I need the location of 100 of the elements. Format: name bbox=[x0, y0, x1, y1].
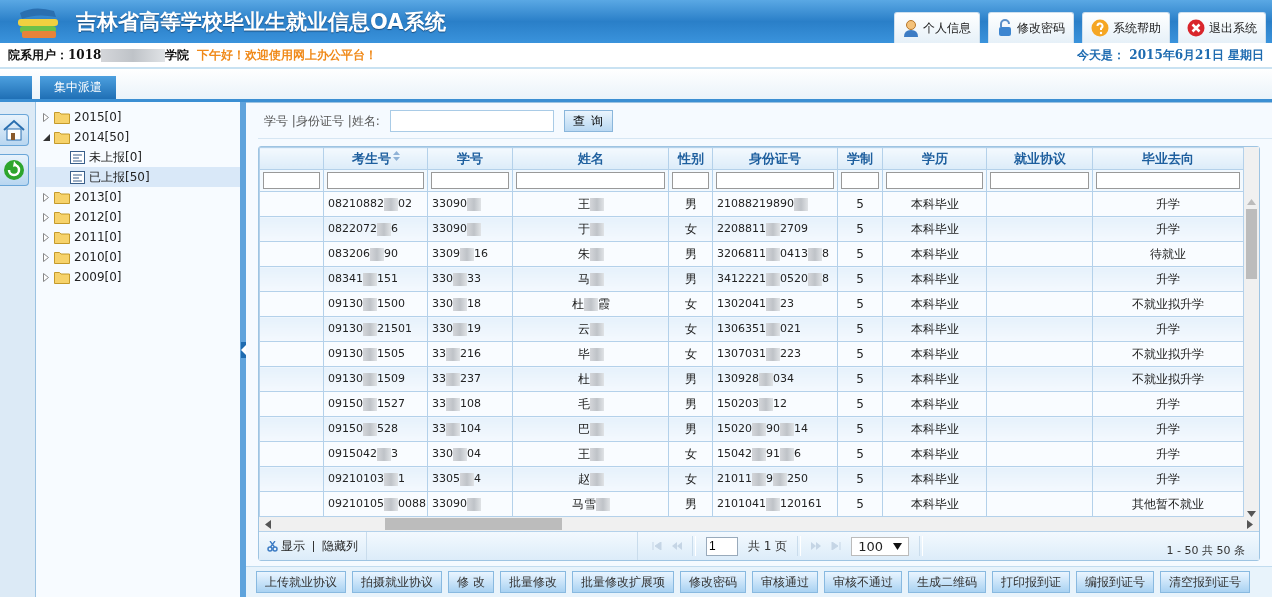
table-cell: 5 bbox=[856, 347, 864, 361]
splitter-handle[interactable] bbox=[240, 102, 246, 597]
table-cell: 08210882 02 bbox=[328, 197, 412, 211]
table-cell: 朱 bbox=[577, 246, 604, 261]
filter-field[interactable] bbox=[990, 172, 1089, 189]
expanded-arrow-icon[interactable] bbox=[42, 133, 50, 141]
scrollbar-thumb[interactable] bbox=[385, 518, 562, 530]
page-number-field[interactable]: 1 bbox=[706, 536, 738, 556]
action-button[interactable]: 修改密码 bbox=[679, 571, 746, 593]
table-cell: 1302041 23 bbox=[717, 297, 794, 311]
table-cell: 5 bbox=[856, 197, 864, 211]
search-field[interactable] bbox=[389, 110, 554, 132]
home-button[interactable] bbox=[0, 114, 29, 146]
table-cell: 杜 bbox=[577, 371, 604, 386]
tab-stub bbox=[0, 76, 32, 99]
table-cell: 升学 bbox=[1156, 421, 1180, 436]
refresh-button[interactable] bbox=[0, 154, 29, 186]
filter-field[interactable] bbox=[886, 172, 983, 189]
page-size-select[interactable]: 100 bbox=[851, 536, 910, 556]
search-button[interactable]: 查 询 bbox=[563, 110, 613, 132]
table-cell: 本科毕业 bbox=[910, 446, 959, 461]
table-cell: 于 bbox=[577, 221, 604, 236]
dropdown-arrow-icon[interactable] bbox=[893, 542, 903, 550]
user-name: 1018 学院 bbox=[68, 46, 190, 64]
hide-columns-link[interactable]: 隐藏列 bbox=[322, 537, 358, 555]
table-cell: 2208811 2709 bbox=[717, 222, 808, 236]
vertical-scrollbar[interactable] bbox=[1244, 147, 1259, 517]
tree-item[interactable]: 2010[0] bbox=[36, 247, 240, 267]
refresh-icon bbox=[2, 158, 26, 182]
filter-field[interactable] bbox=[841, 172, 879, 189]
scrollbar-thumb[interactable] bbox=[1246, 209, 1257, 279]
table-cell: 升学 bbox=[1156, 196, 1180, 211]
table-cell: 云 bbox=[577, 321, 604, 336]
table-cell: 33090 bbox=[432, 222, 481, 236]
table-cell: 33 108 bbox=[432, 397, 481, 411]
table-cell: 升学 bbox=[1156, 471, 1180, 486]
filter-field[interactable] bbox=[431, 172, 509, 189]
scroll-left-icon[interactable] bbox=[265, 519, 271, 529]
nav-button[interactable]: 个人信息 bbox=[894, 12, 980, 43]
tree-item[interactable]: 2014[50] bbox=[36, 127, 240, 147]
tree-item[interactable]: 2009[0] bbox=[36, 267, 240, 287]
user-label: 院系用户： bbox=[8, 46, 68, 64]
filter-field[interactable] bbox=[327, 172, 424, 189]
tree-item[interactable]: 2015[0] bbox=[36, 107, 240, 127]
table-cell: 男 bbox=[684, 271, 697, 286]
nav-button[interactable]: 系统帮助 bbox=[1082, 12, 1170, 43]
collapse-icon[interactable] bbox=[240, 341, 246, 358]
action-button[interactable]: 修 改 bbox=[448, 571, 494, 593]
action-button[interactable]: 拍摄就业协议 bbox=[352, 571, 442, 593]
table-cell: 女 bbox=[684, 346, 697, 361]
action-button[interactable]: 审核不通过 bbox=[823, 571, 902, 593]
filter-field[interactable] bbox=[516, 172, 665, 189]
table-cell: 女 bbox=[684, 471, 697, 486]
filter-field[interactable] bbox=[672, 172, 709, 189]
folder-icon bbox=[54, 230, 70, 244]
table-cell: 男 bbox=[684, 396, 697, 411]
tree-item[interactable]: 2011[0] bbox=[36, 227, 240, 247]
tree-item[interactable]: 未上报[0] bbox=[36, 147, 240, 167]
nav-button[interactable]: 退出系统 bbox=[1178, 12, 1266, 43]
folder-icon bbox=[54, 190, 70, 204]
folder-icon bbox=[54, 210, 70, 224]
column-header[interactable]: 姓名 bbox=[577, 149, 604, 168]
page-total-text: 共 1 页 bbox=[748, 537, 788, 555]
table-cell: 王 bbox=[577, 196, 604, 211]
table-cell: 升学 bbox=[1156, 446, 1180, 461]
table-cell: 5 bbox=[856, 472, 864, 486]
nav-button[interactable]: 修改密码 bbox=[988, 12, 1074, 43]
horizontal-scrollbar[interactable] bbox=[259, 517, 1259, 531]
show-columns-link[interactable]: 显示 bbox=[281, 537, 305, 555]
tree-item[interactable]: 2013[0] bbox=[36, 187, 240, 207]
filter-field[interactable] bbox=[1096, 172, 1240, 189]
scroll-right-icon[interactable] bbox=[1247, 519, 1253, 529]
action-button[interactable]: 编报到证号 bbox=[1075, 571, 1154, 593]
action-button[interactable]: 批量修改 bbox=[499, 571, 566, 593]
collapsed-arrow-icon[interactable] bbox=[42, 112, 50, 122]
table-cell: 5 bbox=[856, 247, 864, 261]
tab[interactable]: 集中派遣 bbox=[40, 76, 116, 99]
action-button[interactable]: 生成二维码 bbox=[907, 571, 986, 593]
action-button[interactable]: 打印报到证 bbox=[991, 571, 1070, 593]
table-cell: 本科毕业 bbox=[910, 421, 959, 436]
table-cell: 待就业 bbox=[1150, 246, 1186, 261]
action-button[interactable]: 上传就业协议 bbox=[256, 571, 346, 593]
table-cell: 本科毕业 bbox=[910, 196, 959, 211]
table-cell: 本科毕业 bbox=[910, 471, 959, 486]
table-cell: 09130 21501 bbox=[328, 322, 412, 336]
table-cell: 3309 16 bbox=[432, 247, 488, 261]
filter-field[interactable] bbox=[263, 172, 320, 189]
table-cell: 本科毕业 bbox=[910, 271, 959, 286]
tree-item[interactable]: 已上报[50] bbox=[36, 167, 240, 187]
table-cell: 本科毕业 bbox=[910, 321, 959, 336]
table-cell: 33 104 bbox=[432, 422, 481, 436]
action-button[interactable]: 审核通过 bbox=[751, 571, 818, 593]
scroll-up-icon[interactable] bbox=[1247, 199, 1256, 205]
sort-icon[interactable] bbox=[392, 150, 400, 161]
action-button[interactable]: 清空报到证号 bbox=[1159, 571, 1250, 593]
tree-item[interactable]: 2012[0] bbox=[36, 207, 240, 227]
table-cell: 130928 034 bbox=[717, 372, 794, 386]
action-button[interactable]: 批量修改扩展项 bbox=[571, 571, 674, 593]
table-cell: 5 bbox=[856, 372, 864, 386]
filter-field[interactable] bbox=[716, 172, 834, 189]
